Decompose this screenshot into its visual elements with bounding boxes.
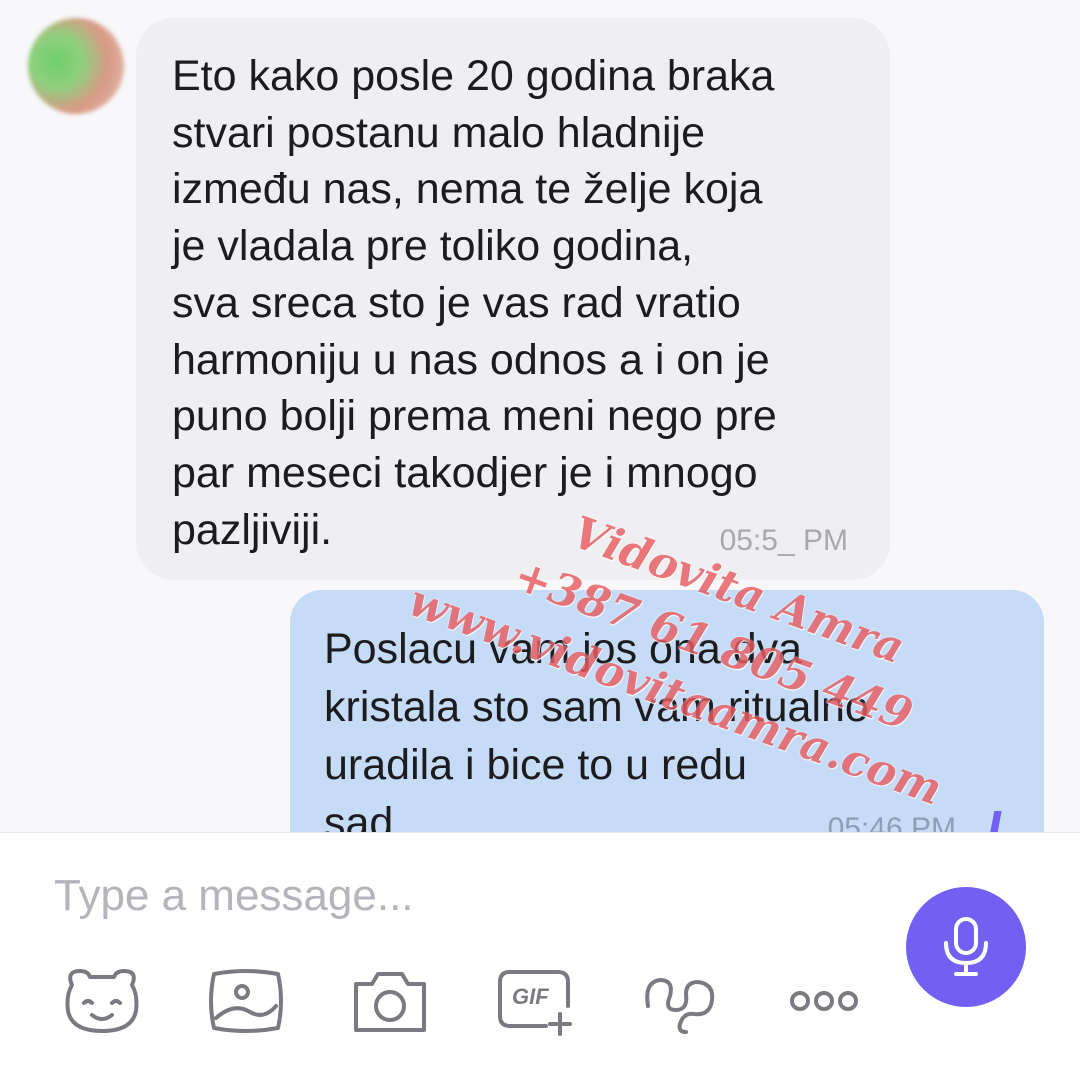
incoming-message-text: Eto kako posle 20 godina braka stvari po… — [172, 52, 777, 554]
gif-button[interactable]: GIF — [494, 959, 578, 1043]
voice-message-button[interactable] — [906, 887, 1026, 1007]
incoming-message-bubble[interactable]: Eto kako posle 20 godina braka stvari po… — [136, 18, 890, 580]
composer-toolbar: GIF — [0, 959, 900, 1049]
message-input[interactable] — [52, 865, 876, 927]
camera-icon — [350, 966, 430, 1036]
incoming-message-time: 05:5_ PM — [719, 524, 848, 557]
read-receipt-icon: // — [989, 806, 1002, 832]
chat-area[interactable]: Eto kako posle 20 godina braka stvari po… — [0, 0, 1080, 832]
more-options-button[interactable] — [782, 959, 866, 1043]
contact-avatar[interactable] — [28, 18, 124, 114]
doodle-button[interactable] — [638, 959, 722, 1043]
message-composer: GIF — [0, 832, 1080, 1081]
doodle-icon — [640, 966, 720, 1036]
gallery-button[interactable] — [204, 959, 288, 1043]
more-icon — [784, 981, 864, 1021]
camera-button[interactable] — [348, 959, 432, 1043]
gallery-icon — [206, 966, 286, 1036]
outgoing-message-text: Poslacu vam jos ona dva kristala sto sam… — [324, 625, 869, 832]
outgoing-message-bubble[interactable]: Poslacu vam jos ona dva kristala sto sam… — [290, 590, 1044, 832]
microphone-icon — [938, 915, 994, 979]
gif-label: GIF — [512, 984, 549, 1009]
sticker-button[interactable] — [60, 959, 144, 1043]
gif-icon: GIF — [496, 966, 576, 1036]
outgoing-message-time: 05:46 PM — [827, 812, 956, 832]
sticker-icon — [62, 965, 142, 1037]
